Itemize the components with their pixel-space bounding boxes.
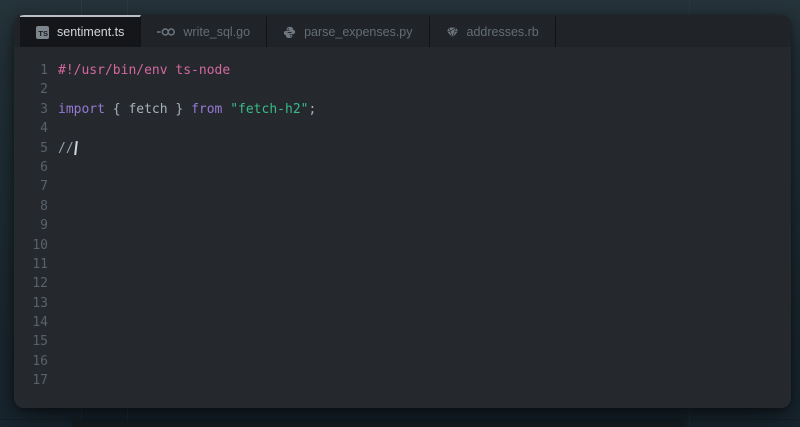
code-line[interactable]: 6 bbox=[14, 158, 791, 177]
editor-pane[interactable]: 1 #!/usr/bin/env ts-node 23 import { fetch … bbox=[14, 47, 791, 408]
typescript-icon: TS bbox=[36, 26, 49, 39]
ruby-icon bbox=[446, 26, 459, 39]
tab-sentiment-ts[interactable]: TS sentiment.ts bbox=[20, 15, 141, 47]
line-number: 15 bbox=[14, 332, 48, 351]
code-text: #!/usr/bin/env ts-node bbox=[58, 61, 230, 80]
code-line[interactable]: 1 #!/usr/bin/env ts-node bbox=[14, 61, 791, 80]
line-number: 10 bbox=[14, 236, 48, 255]
line-number: 7 bbox=[14, 177, 48, 196]
code-line[interactable]: 14 bbox=[14, 313, 791, 332]
tab-addresses-rb[interactable]: addresses.rb bbox=[430, 15, 556, 47]
code-line[interactable]: 12 bbox=[14, 274, 791, 293]
line-number: 16 bbox=[14, 352, 48, 371]
line-number: 6 bbox=[14, 158, 48, 177]
tab-bar: TS sentiment.ts write_sql.go bbox=[14, 15, 791, 47]
tab-label: sentiment.ts bbox=[57, 25, 124, 39]
code-editor-window: TS sentiment.ts write_sql.go bbox=[14, 15, 791, 408]
line-number: 5 bbox=[14, 139, 48, 158]
code-line[interactable]: 17 bbox=[14, 371, 791, 390]
editor-lines: 1 #!/usr/bin/env ts-node 23 import { fetch … bbox=[14, 61, 791, 391]
tab-label: parse_expenses.py bbox=[304, 25, 412, 39]
code-line[interactable]: 2 bbox=[14, 80, 791, 99]
line-number: 17 bbox=[14, 371, 48, 390]
tab-write-sql-go[interactable]: write_sql.go bbox=[141, 15, 267, 47]
code-line[interactable]: 8 bbox=[14, 197, 791, 216]
line-number: 9 bbox=[14, 216, 48, 235]
go-icon bbox=[157, 27, 175, 37]
code-line[interactable]: 13 bbox=[14, 294, 791, 313]
code-line[interactable]: 5 // bbox=[14, 139, 791, 158]
line-number: 12 bbox=[14, 274, 48, 293]
line-number: 11 bbox=[14, 255, 48, 274]
desktop-background: TS sentiment.ts write_sql.go bbox=[0, 0, 800, 427]
code-line[interactable]: 16 bbox=[14, 352, 791, 371]
code-line[interactable]: 15 bbox=[14, 332, 791, 351]
line-number: 8 bbox=[14, 197, 48, 216]
line-number: 2 bbox=[14, 80, 48, 99]
line-number: 14 bbox=[14, 313, 48, 332]
line-number: 3 bbox=[14, 100, 48, 119]
code-line[interactable]: 4 bbox=[14, 119, 791, 138]
code-line[interactable]: 10 bbox=[14, 236, 791, 255]
code-text: // bbox=[58, 139, 76, 158]
code-line[interactable]: 11 bbox=[14, 255, 791, 274]
code-line[interactable]: 9 bbox=[14, 216, 791, 235]
background-window-edge bbox=[72, 421, 684, 427]
text-cursor bbox=[74, 141, 77, 155]
line-number: 13 bbox=[14, 294, 48, 313]
tab-label: write_sql.go bbox=[183, 25, 250, 39]
code-text: import { fetch } from "fetch-h2"; bbox=[58, 100, 316, 119]
tab-label: addresses.rb bbox=[467, 25, 539, 39]
tab-parse-expenses-py[interactable]: parse_expenses.py bbox=[267, 15, 429, 47]
code-line[interactable]: 3 import { fetch } from "fetch-h2"; bbox=[14, 100, 791, 119]
python-icon bbox=[283, 26, 296, 39]
line-number: 1 bbox=[14, 61, 48, 80]
line-number: 4 bbox=[14, 119, 48, 138]
code-line[interactable]: 7 bbox=[14, 177, 791, 196]
